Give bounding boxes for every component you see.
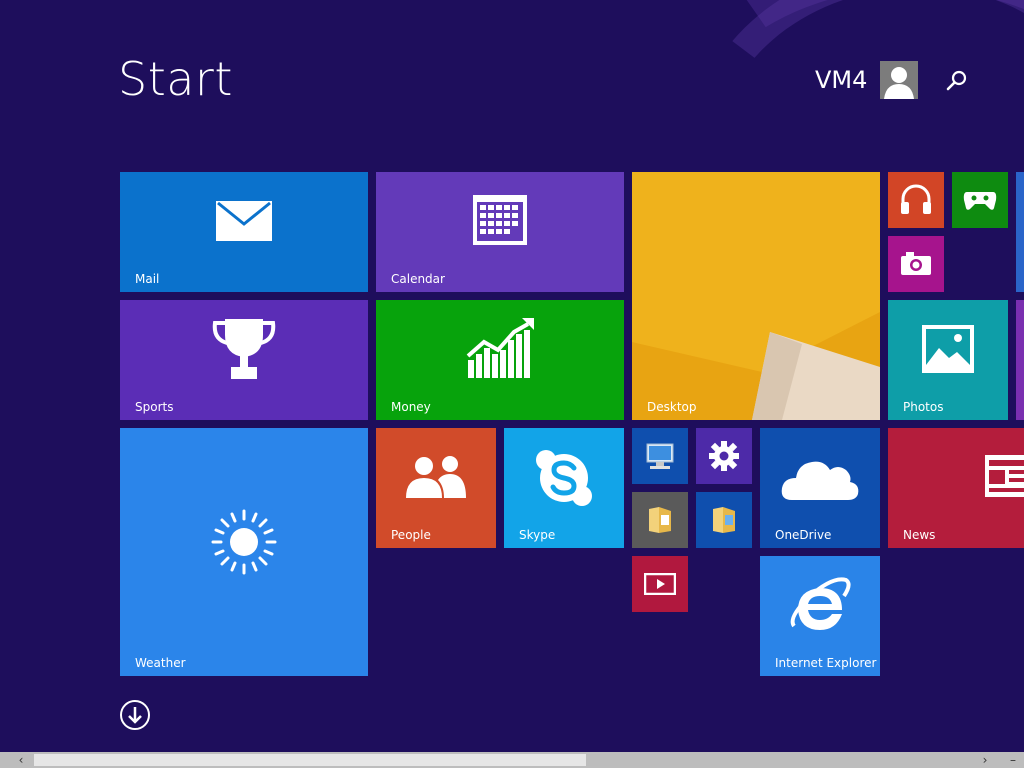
tile-sports[interactable]: Sports [120,300,368,420]
tile-money[interactable]: Money [376,300,624,420]
tile-label: Weather [135,656,186,670]
tile-people[interactable]: People [376,428,496,548]
tile-games[interactable] [952,172,1008,228]
tile-label: Money [391,400,431,414]
tile-label: Skype [519,528,556,542]
tile-skype[interactable]: Skype [504,428,624,548]
tile-settings[interactable] [696,428,752,484]
user-icon [884,67,914,99]
tile-photos[interactable]: Photos [888,300,1008,420]
tile-label: Photos [903,400,944,414]
tile-label: Desktop [647,400,697,414]
trophy-icon [212,319,276,379]
zoom-out-icon[interactable]: – [1004,752,1022,768]
search-icon [946,70,967,91]
mail-icon [216,201,272,241]
desktop-wallpaper-image [632,172,880,420]
tile-desktop[interactable]: Desktop [632,172,880,420]
chart-trend-icon [466,318,534,378]
skype-icon [536,450,592,506]
tile-label: People [391,528,431,542]
tile-partial-middle[interactable] [1016,300,1024,420]
tile-onedrive[interactable]: OneDrive [760,428,880,548]
horizontal-scrollbar[interactable]: ‹ › – [0,752,1024,768]
tile-folder[interactable] [696,492,752,548]
user-avatar[interactable] [880,61,918,99]
tile-weather[interactable]: Weather [120,428,368,676]
file-explorer-icon [649,507,671,533]
tile-label: Sports [135,400,174,414]
tile-file-explorer[interactable] [632,492,688,548]
tile-computer[interactable] [632,428,688,484]
tile-label: News [903,528,936,542]
folder-icon [713,507,735,533]
sun-icon [211,509,277,575]
tile-video[interactable] [632,556,688,612]
tile-partial-top[interactable] [1016,172,1024,292]
tile-music[interactable] [888,172,944,228]
tile-news[interactable]: News [888,428,1024,548]
settings-icon [709,441,739,471]
camera-icon [901,252,931,275]
scroll-left-icon[interactable]: ‹ [12,752,30,768]
internet-explorer-icon [790,577,851,630]
tile-internet-explorer[interactable]: Internet Explorer [760,556,880,676]
tile-calendar[interactable]: Calendar [376,172,624,292]
people-icon [406,456,466,498]
cloud-icon [781,461,859,500]
scroll-right-icon[interactable]: › [976,752,994,768]
computer-icon [646,443,674,469]
tile-label: Internet Explorer [775,656,877,670]
tile-label: Calendar [391,272,445,286]
all-apps-button[interactable] [119,699,151,731]
user-name[interactable]: VM4 [815,66,867,94]
tile-mail[interactable]: Mail [120,172,368,292]
game-controller-icon [963,192,997,210]
news-icon [985,455,1024,497]
video-icon [644,573,676,595]
tile-label: Mail [135,272,160,286]
page-title: Start [118,52,233,106]
scroll-thumb[interactable] [34,754,586,766]
tile-label: OneDrive [775,528,832,542]
search-button[interactable] [944,68,970,94]
calendar-icon [473,195,527,245]
headphones-icon [901,184,931,214]
photo-icon [922,325,974,373]
tile-camera[interactable] [888,236,944,292]
arrow-down-circle-icon [120,700,150,730]
